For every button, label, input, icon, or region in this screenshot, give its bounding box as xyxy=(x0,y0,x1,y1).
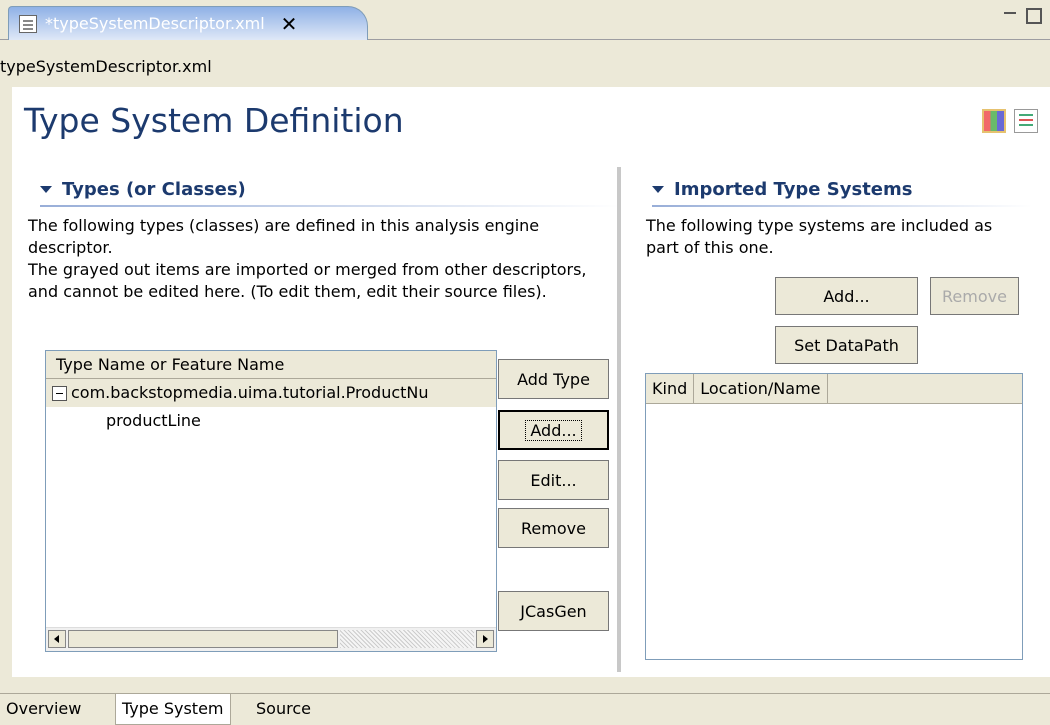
scroll-thumb[interactable] xyxy=(68,630,338,648)
jcasgen-button[interactable]: JCasGen xyxy=(498,591,609,631)
feature-name: productLine xyxy=(106,411,201,430)
page-tab-bar: Overview Type System Source xyxy=(0,693,1050,725)
types-description-1: The following types (classes) are define… xyxy=(28,216,540,257)
close-icon[interactable]: ✕ xyxy=(281,12,298,36)
file-path: typeSystemDescriptor.xml xyxy=(0,57,212,76)
horizontal-layout-icon[interactable] xyxy=(982,109,1006,133)
editor-tab-strip: *typeSystemDescriptor.xml ✕ xyxy=(0,0,1050,40)
add-type-button[interactable]: Add Type xyxy=(498,359,609,399)
set-datapath-button[interactable]: Set DataPath xyxy=(775,326,918,364)
section-divider xyxy=(40,205,620,207)
sash-divider[interactable] xyxy=(617,167,621,672)
column-header-location[interactable]: Location/Name xyxy=(694,374,828,403)
maximize-icon[interactable] xyxy=(1026,8,1042,24)
edit-button[interactable]: Edit... xyxy=(498,460,609,500)
tab-type-system[interactable]: Type System xyxy=(115,694,231,725)
vertical-layout-icon[interactable] xyxy=(1014,109,1038,133)
tree-row[interactable]: productLine xyxy=(46,407,496,435)
window-controls xyxy=(1004,8,1042,24)
tree-row[interactable]: com.backstopmedia.uima.tutorial.ProductN… xyxy=(46,379,496,407)
add-feature-label: Add... xyxy=(525,419,582,441)
tab-overview[interactable]: Overview xyxy=(0,694,87,725)
types-tree-table[interactable]: Type Name or Feature Name com.backstopme… xyxy=(45,350,497,652)
add-feature-button[interactable]: Add... xyxy=(498,410,609,450)
imported-section-header[interactable]: Imported Type Systems xyxy=(652,179,912,200)
type-name: com.backstopmedia.uima.tutorial.ProductN… xyxy=(71,383,429,402)
editor-tab[interactable]: *typeSystemDescriptor.xml ✕ xyxy=(8,6,368,40)
column-header-kind[interactable]: Kind xyxy=(646,374,695,403)
remove-button[interactable]: Remove xyxy=(498,508,609,548)
scroll-left-icon[interactable] xyxy=(48,630,66,648)
table-header: Kind Location/Name xyxy=(646,374,1022,404)
expand-twisty-icon xyxy=(652,186,664,193)
horizontal-scrollbar[interactable] xyxy=(46,627,496,651)
page-title: Type System Definition xyxy=(24,101,404,140)
column-header[interactable]: Type Name or Feature Name xyxy=(46,351,496,379)
types-section-header[interactable]: Types (or Classes) xyxy=(40,179,246,200)
editor-tab-label: *typeSystemDescriptor.xml xyxy=(45,14,265,33)
add-import-button[interactable]: Add... xyxy=(775,277,918,315)
expand-twisty-icon xyxy=(40,186,52,193)
tab-source[interactable]: Source xyxy=(250,694,317,725)
remove-import-button: Remove xyxy=(930,277,1019,315)
edit-document-icon xyxy=(19,14,37,33)
collapse-icon[interactable] xyxy=(52,385,67,401)
imported-types-table[interactable]: Kind Location/Name xyxy=(645,373,1023,660)
layout-toggle xyxy=(982,109,1038,133)
scroll-right-icon[interactable] xyxy=(476,630,494,648)
minimize-icon[interactable] xyxy=(1004,8,1020,24)
imported-description: The following type systems are included … xyxy=(646,216,993,257)
section-divider xyxy=(652,205,1032,207)
scroll-track[interactable] xyxy=(340,630,474,648)
types-description-2: The grayed out items are imported or mer… xyxy=(28,260,587,301)
imported-section-title: Imported Type Systems xyxy=(674,179,913,200)
types-section-title: Types (or Classes) xyxy=(62,179,246,200)
